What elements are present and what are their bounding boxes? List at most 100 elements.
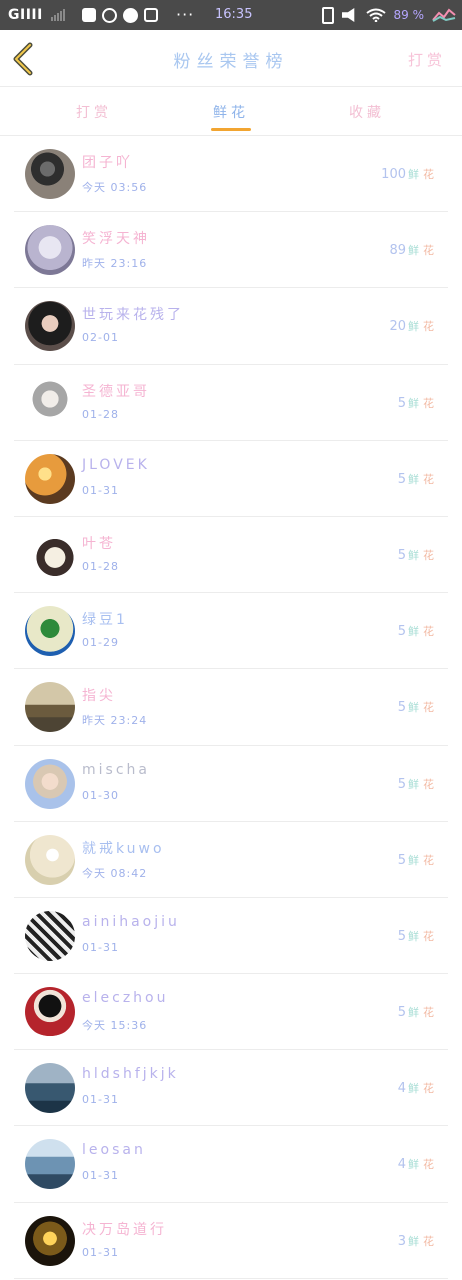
user-name[interactable]: leosan <box>82 1142 146 1158</box>
user-name[interactable]: mischa <box>82 762 150 778</box>
list-item[interactable]: 决万岛道行 01-31 3 鲜花 <box>14 1203 448 1279</box>
flower-count-value: 5 <box>397 471 406 487</box>
avatar[interactable] <box>25 910 75 961</box>
user-name[interactable]: 团子吖 <box>82 152 133 172</box>
reward-button[interactable]: 打赏 <box>408 49 446 70</box>
list-item[interactable]: 圣德亚哥 01-28 5 鲜花 <box>14 365 448 441</box>
list-item[interactable]: 笑浮天神 昨天 23:16 89 鲜花 <box>14 212 448 289</box>
tab-flower[interactable]: 鲜花 <box>191 102 271 122</box>
avatar[interactable] <box>25 377 75 428</box>
flower-unit-label: 鲜 <box>408 701 419 715</box>
list-item[interactable]: 指尖 昨天 23:24 5 鲜花 <box>14 669 448 746</box>
avatar[interactable] <box>25 301 75 352</box>
user-name[interactable]: JLOVEK <box>82 457 150 473</box>
screenshot-icon <box>144 8 158 22</box>
flower-count: 4鲜花 <box>398 1156 434 1172</box>
flower-count: 5鲜花 <box>398 623 434 639</box>
flower-unit-label: 鲜 <box>408 548 419 562</box>
carrier-label: GIIII <box>8 7 43 23</box>
wifi-icon <box>365 8 386 22</box>
flower-count: 5鲜花 <box>398 852 434 868</box>
flower-unit-label: 鲜 <box>408 1006 419 1020</box>
user-name[interactable]: eleczhou <box>82 990 168 1006</box>
flower-count: 5鲜花 <box>398 776 434 792</box>
flower-unit-label: 花 <box>423 1082 434 1096</box>
flower-unit-label: 花 <box>423 472 434 486</box>
flower-unit-label: 花 <box>423 396 434 410</box>
flower-unit-label: 花 <box>423 1234 434 1248</box>
flower-count-value: 3 <box>397 1233 406 1249</box>
user-name[interactable]: 叶苍 <box>82 533 116 553</box>
timestamp: 今天 08:42 <box>82 866 148 880</box>
tab-bar: 打赏 鲜花 收藏 <box>0 88 462 136</box>
list-item[interactable]: mischa 01-30 5 鲜花 <box>14 746 448 822</box>
avatar[interactable] <box>25 225 75 276</box>
flower-unit-label: 花 <box>423 168 434 181</box>
flower-unit-label: 鲜 <box>408 396 419 410</box>
header-bar: 粉丝荣誉榜 打赏 <box>0 30 462 87</box>
user-name[interactable]: 笑浮天神 <box>82 228 150 248</box>
list-item[interactable]: 就戒kuwo 今天 08:42 5 鲜花 <box>14 822 448 898</box>
timestamp: 01-30 <box>82 788 119 802</box>
user-name[interactable]: 指尖 <box>82 685 116 705</box>
app-icon <box>82 8 96 22</box>
tab-reward[interactable]: 打赏 <box>54 102 134 122</box>
flower-unit-label: 鲜 <box>408 320 419 334</box>
avatar[interactable] <box>25 606 75 657</box>
user-name[interactable]: 圣德亚哥 <box>82 381 150 401</box>
flower-count: 5鲜花 <box>398 1004 434 1020</box>
flower-unit-label: 鲜 <box>408 853 419 867</box>
list-item[interactable]: eleczhou 今天 15:36 5 鲜花 <box>14 974 448 1051</box>
list-item[interactable]: 绿豆1 01-29 5 鲜花 <box>14 593 448 670</box>
list-item[interactable]: 团子吖 今天 03:56 100 鲜花 <box>14 136 448 213</box>
flower-count-value: 5 <box>397 928 406 944</box>
timestamp: 01-28 <box>82 407 119 421</box>
flower-count-value: 5 <box>397 395 406 411</box>
list-item[interactable]: 叶苍 01-28 5 鲜花 <box>14 517 448 594</box>
flower-count: 5鲜花 <box>398 395 434 411</box>
user-name[interactable]: 绿豆1 <box>82 609 128 629</box>
flower-unit-label: 鲜 <box>408 168 419 181</box>
mute-icon <box>341 8 355 22</box>
flower-count: 5鲜花 <box>398 699 434 715</box>
flower-unit-label: 鲜 <box>408 472 419 486</box>
tab-favorite[interactable]: 收藏 <box>327 102 407 122</box>
avatar[interactable] <box>25 453 75 504</box>
avatar[interactable] <box>25 758 75 809</box>
timestamp: 今天 15:36 <box>82 1019 148 1033</box>
flower-unit-label: 花 <box>423 625 434 639</box>
avatar[interactable] <box>25 1139 75 1190</box>
clock: 16:35 <box>215 7 253 22</box>
flower-unit-label: 鲜 <box>408 1234 419 1248</box>
list-item[interactable]: ainihaojiu 01-31 5 鲜花 <box>14 898 448 975</box>
avatar[interactable] <box>25 682 75 733</box>
signal-icon <box>51 9 65 21</box>
flower-unit-label: 花 <box>423 320 434 334</box>
user-name[interactable]: 就戒kuwo <box>82 838 165 858</box>
avatar[interactable] <box>25 834 75 885</box>
user-name[interactable]: hldshfjkjk <box>82 1066 179 1082</box>
battery-saver-icon <box>321 6 334 24</box>
user-name[interactable]: 决万岛道行 <box>82 1219 167 1239</box>
avatar[interactable] <box>25 987 75 1038</box>
list-item[interactable]: 世玩来花残了 02-01 20 鲜花 <box>14 288 448 365</box>
list-item[interactable]: JLOVEK 01-31 5 鲜花 <box>14 441 448 517</box>
flower-count-value: 5 <box>397 776 406 792</box>
flower-count-value: 4 <box>397 1081 406 1097</box>
list-item[interactable]: leosan 01-31 4 鲜花 <box>14 1126 448 1203</box>
avatar[interactable] <box>25 1063 75 1114</box>
avatar[interactable] <box>25 1215 75 1266</box>
flower-unit-label: 鲜 <box>408 1082 419 1096</box>
list-item[interactable]: hldshfjkjk 01-31 4 鲜花 <box>14 1050 448 1127</box>
avatar[interactable] <box>25 529 75 580</box>
flower-unit-label: 花 <box>423 853 434 867</box>
timestamp: 01-31 <box>82 1169 119 1183</box>
status-bar: GIIII ··· 16:35 89 % <box>0 0 462 30</box>
user-name[interactable]: 世玩来花残了 <box>82 304 184 324</box>
flower-count: 3鲜花 <box>398 1233 434 1249</box>
flower-count-value: 20 <box>389 319 406 335</box>
timestamp: 01-31 <box>82 483 119 497</box>
flower-unit-label: 花 <box>423 548 434 562</box>
user-name[interactable]: ainihaojiu <box>82 914 180 930</box>
avatar[interactable] <box>25 149 75 199</box>
